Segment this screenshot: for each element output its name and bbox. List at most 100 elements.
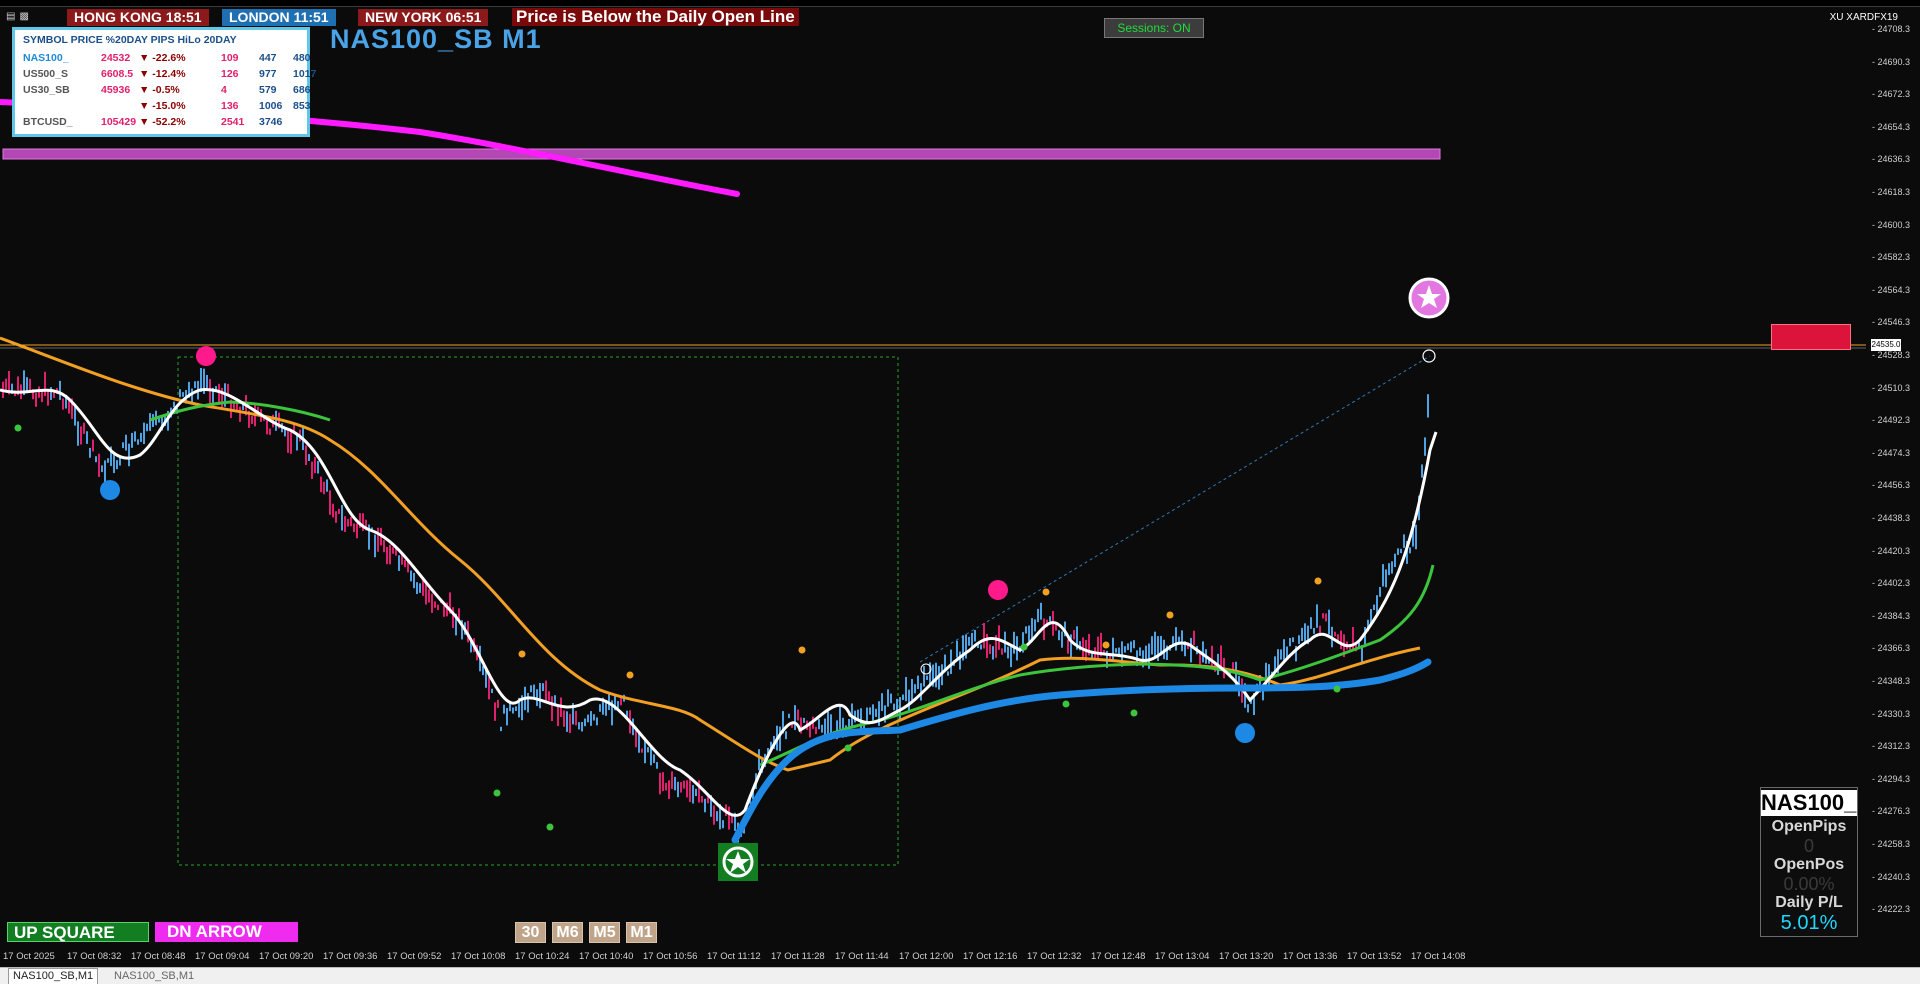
candle [497,699,499,708]
candle [989,644,991,654]
candle [206,375,208,390]
candle [1028,625,1030,642]
swing-dot [1130,709,1138,717]
candle [839,705,841,730]
timeframe-m5-button[interactable]: M5 [589,922,620,943]
time-axis-label: 17 Oct 11:12 [707,951,761,962]
price-axis-label: - 24618.3 [1872,187,1911,197]
candle [1325,613,1327,622]
timeframe-m6-button[interactable]: M6 [552,922,583,943]
chart-window[interactable]: ▤▩ HONG KONG 18:51 LONDON 11:51 NEW YORK… [0,0,1920,984]
candle [935,662,937,688]
candle [515,706,517,711]
time-axis-label: 17 Oct 09:36 [323,951,378,962]
time-axis-label: 17 Oct 09:04 [195,951,250,962]
candle [881,693,883,712]
up-square-button[interactable]: UP SQUARE [7,922,149,942]
candle [1133,640,1135,649]
candle [1292,637,1294,643]
candle [98,453,100,477]
swing-dot [493,789,501,797]
price-axis-label: - 24294.3 [1872,773,1911,784]
swing-dot [1020,643,1028,651]
candle [329,490,331,515]
candle [1328,609,1330,635]
tab-nas100-m1[interactable]: NAS100_SB,M1 [8,968,99,984]
candle [26,377,28,391]
daily-pl-value: 5.01% [1780,912,1838,934]
row-symbol: BTCUSD_ [23,116,73,128]
daily-pl-label: Daily P/L [1775,894,1843,911]
candle [416,582,418,595]
time-axis-label: 17 Oct 08:32 [67,951,122,962]
candle [266,420,268,435]
candle [173,401,175,408]
candle [779,726,781,752]
candle [1316,604,1318,628]
candle [1415,524,1417,550]
time-axis-label: 17 Oct 12:48 [1091,951,1146,962]
swing-dot [844,744,852,752]
trade-stats-panel: NAS100_S OpenPips 0 OpenPos 0.00% Daily … [1760,787,1858,937]
dn-arrow-button[interactable]: DN ARROW [155,922,298,942]
candle [1040,602,1042,620]
candle [695,788,697,797]
swing-dot [546,823,554,831]
price-axis-label: - 24690.3 [1872,56,1911,67]
candle [101,465,103,473]
candle [383,540,385,553]
row-price: 6608.5 [101,68,134,80]
candle [704,798,706,813]
candle [443,605,445,617]
time-axis-label: 17 Oct 10:24 [515,951,570,962]
candle [1034,619,1036,632]
candle [692,785,694,804]
current-price-tag: 24535.0 [1871,339,1901,351]
price-axis-label: - 24672.3 [1872,89,1911,100]
candle [569,713,571,734]
candle [1289,637,1291,647]
candle [269,428,271,435]
tab-nas100-m1-2[interactable]: NAS100_SB,M1 [114,970,194,982]
swing-dot [1042,588,1050,596]
candle [548,691,550,701]
time-axis-label: 17 Oct 08:48 [131,951,186,962]
open-pos-value: 0.00% [1783,874,1835,894]
candle [1151,636,1153,655]
candle [1037,608,1039,623]
timeframe-m1-button[interactable]: M1 [626,922,657,943]
candle [410,570,412,582]
timeframe-30-button[interactable]: 30 [515,922,546,943]
candle [95,456,97,463]
candle [1058,630,1060,641]
candle [596,717,598,726]
swing-dot [1102,641,1110,649]
candle [917,675,919,689]
swing-dot [1333,685,1341,693]
candle [374,534,376,558]
candle [668,780,670,800]
row-pips: 126 [221,68,239,80]
candle [437,604,439,611]
candle [389,544,391,565]
candle [398,555,400,571]
candle [914,684,916,694]
candle [158,418,160,423]
candle [1025,626,1027,634]
candle [308,454,310,461]
time-axis-label: 17 Oct 12:16 [963,951,1018,962]
price-axis-label: - 24474.3 [1872,447,1911,458]
candle [680,782,682,793]
candle [488,676,490,700]
open-pips-value: 0 [1803,836,1814,856]
time-axis-label: 17 Oct 12:32 [1027,951,1082,962]
candle [83,422,85,434]
candle [356,523,358,539]
row-price: 45936 [101,84,131,96]
candle [119,457,121,466]
price-axis-label: - 24384.3 [1872,610,1911,621]
candle [1073,630,1075,640]
candle [1382,564,1384,587]
candle [1154,631,1156,658]
price-axis-label: - 24456.3 [1872,480,1911,491]
